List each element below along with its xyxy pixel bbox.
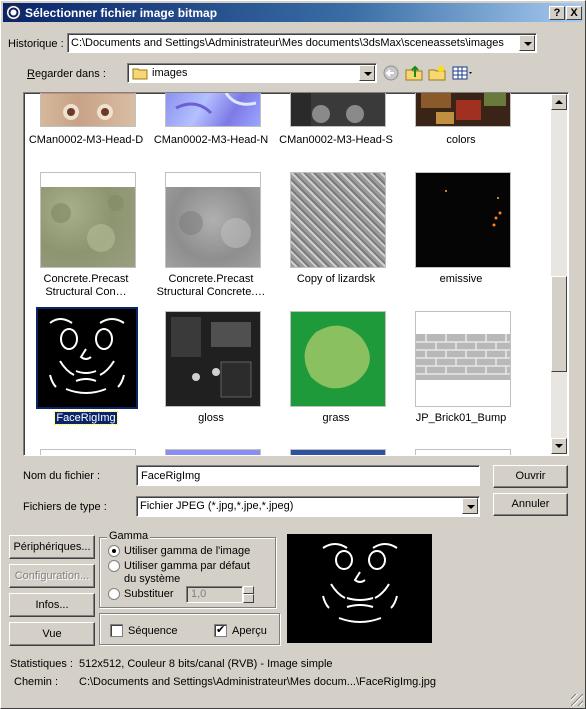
file-thumbnail[interactable] [415, 449, 511, 455]
gamma-system-label-2: du système [124, 573, 181, 585]
file-thumbnail[interactable] [165, 172, 261, 268]
spin-down-icon[interactable] [243, 594, 254, 603]
devices-button[interactable]: Périphériques... [9, 535, 95, 559]
scroll-up-button[interactable] [551, 94, 567, 110]
file-thumbnail[interactable] [40, 93, 136, 127]
setup-button[interactable]: Configuration... [9, 564, 95, 588]
file-name[interactable]: grass [274, 412, 398, 425]
gamma-image-label: Utiliser gamma de l'image [124, 545, 251, 557]
chevron-down-icon[interactable] [462, 498, 478, 514]
stats-label: Statistiques : [10, 658, 73, 670]
file-thumbnail[interactable] [290, 449, 386, 455]
file-thumbnail[interactable] [290, 311, 386, 407]
file-name[interactable]: Copy of lizardsk [274, 273, 398, 286]
up-folder-icon[interactable] [404, 64, 424, 82]
new-folder-icon[interactable] [427, 64, 447, 82]
gamma-override-radio[interactable] [108, 588, 120, 600]
file-thumbnail[interactable] [415, 311, 511, 407]
file-name[interactable]: emissive [399, 273, 523, 286]
chevron-down-icon[interactable] [519, 35, 535, 51]
file-thumbnail[interactable] [165, 449, 261, 455]
file-name[interactable]: CMan0002-M3-Head-S [274, 134, 398, 147]
spin-up-icon[interactable] [243, 586, 254, 594]
file-name[interactable]: CMan0002-M3-Head-N [149, 134, 273, 147]
path-label: Chemin : [14, 676, 59, 688]
file-thumbnail[interactable] [415, 93, 511, 127]
scroll-thumb[interactable] [551, 276, 567, 372]
app-icon [6, 5, 21, 20]
chevron-up-icon [555, 100, 563, 104]
filetype-label: Fichiers de type : [23, 501, 107, 513]
chevron-down-icon [555, 444, 563, 448]
preview-label: Aperçu [232, 625, 267, 637]
info-button[interactable]: Infos... [9, 593, 95, 617]
sequence-checkbox[interactable] [110, 624, 123, 637]
file-name[interactable]: Concrete.Precast Structural Con… [24, 273, 148, 299]
cancel-button[interactable]: Annuler [493, 493, 568, 516]
open-button[interactable]: Ouvrir [493, 465, 568, 488]
history-label: Historique : [8, 38, 64, 50]
file-thumbnail[interactable] [290, 172, 386, 268]
gamma-override-input[interactable]: 1,0 [186, 586, 243, 603]
file-name[interactable]: colors [399, 134, 523, 147]
file-thumbnail[interactable] [165, 93, 261, 127]
gamma-image-radio[interactable] [108, 545, 120, 557]
view-menu-icon[interactable] [451, 64, 475, 82]
gamma-override-label: Substituer [124, 588, 174, 600]
gamma-title: Gamma [107, 530, 151, 542]
sequence-label: Séquence [128, 625, 178, 637]
folder-icon [132, 68, 148, 80]
filetype-value: Fichier JPEG (*.jpg,*.jpe,*.jpeg) [140, 500, 294, 512]
scroll-down-button[interactable] [551, 438, 567, 454]
lookin-label: Regarder dans : [27, 68, 106, 80]
file-name[interactable]: gloss [149, 412, 273, 425]
gamma-spinner[interactable] [243, 586, 254, 603]
window-title: Sélectionner fichier image bitmap [25, 6, 218, 20]
lookin-combo[interactable]: images [127, 63, 377, 83]
filetype-combo[interactable]: Fichier JPEG (*.jpg,*.jpe,*.jpeg) [136, 496, 480, 517]
history-value: C:\Documents and Settings\Administrateur… [71, 37, 504, 49]
close-button[interactable]: X [566, 6, 582, 20]
file-name-selected[interactable]: FaceRigImg [24, 411, 148, 425]
preview-checkbox[interactable] [214, 623, 227, 637]
dialog-window: Sélectionner fichier image bitmap ? X Hi… [0, 0, 586, 709]
gamma-system-label: Utiliser gamma par défaut [124, 560, 250, 572]
file-list[interactable]: CMan0002-M3-Head-D CMan0002-M3-Head-N CM… [23, 92, 569, 456]
file-name[interactable]: CMan0002-M3-Head-D [24, 134, 148, 147]
help-button[interactable]: ? [549, 6, 565, 20]
file-thumbnail-selected[interactable] [36, 307, 138, 409]
file-name[interactable]: JP_Brick01_Bump [399, 412, 523, 425]
image-preview [287, 534, 432, 643]
file-thumbnail[interactable] [415, 172, 511, 268]
file-thumbnail[interactable] [40, 449, 136, 455]
filename-input[interactable]: FaceRigImg [136, 465, 480, 486]
history-combo[interactable]: C:\Documents and Settings\Administrateur… [67, 33, 537, 53]
gamma-system-radio[interactable] [108, 560, 120, 572]
file-thumbnail[interactable] [165, 311, 261, 407]
file-thumbnail[interactable] [290, 93, 386, 127]
resize-grip-icon[interactable] [571, 694, 583, 706]
path-value: C:\Documents and Settings\Administrateur… [79, 676, 437, 688]
stats-value: 512x512, Couleur 8 bits/canal (RVB) - Im… [79, 658, 333, 670]
view-button[interactable]: Vue [9, 622, 95, 646]
lookin-value: images [152, 67, 188, 79]
file-thumbnail[interactable] [40, 172, 136, 268]
filename-label: Nom du fichier : [23, 470, 101, 482]
file-name[interactable]: Concrete.Precast Structural Concrete.… [149, 273, 273, 299]
vertical-scrollbar[interactable] [551, 94, 567, 454]
filename-value: FaceRigImg [141, 470, 201, 482]
back-icon[interactable] [381, 64, 401, 82]
title-bar[interactable]: Sélectionner fichier image bitmap ? X [3, 3, 583, 22]
chevron-down-icon[interactable] [359, 65, 375, 81]
